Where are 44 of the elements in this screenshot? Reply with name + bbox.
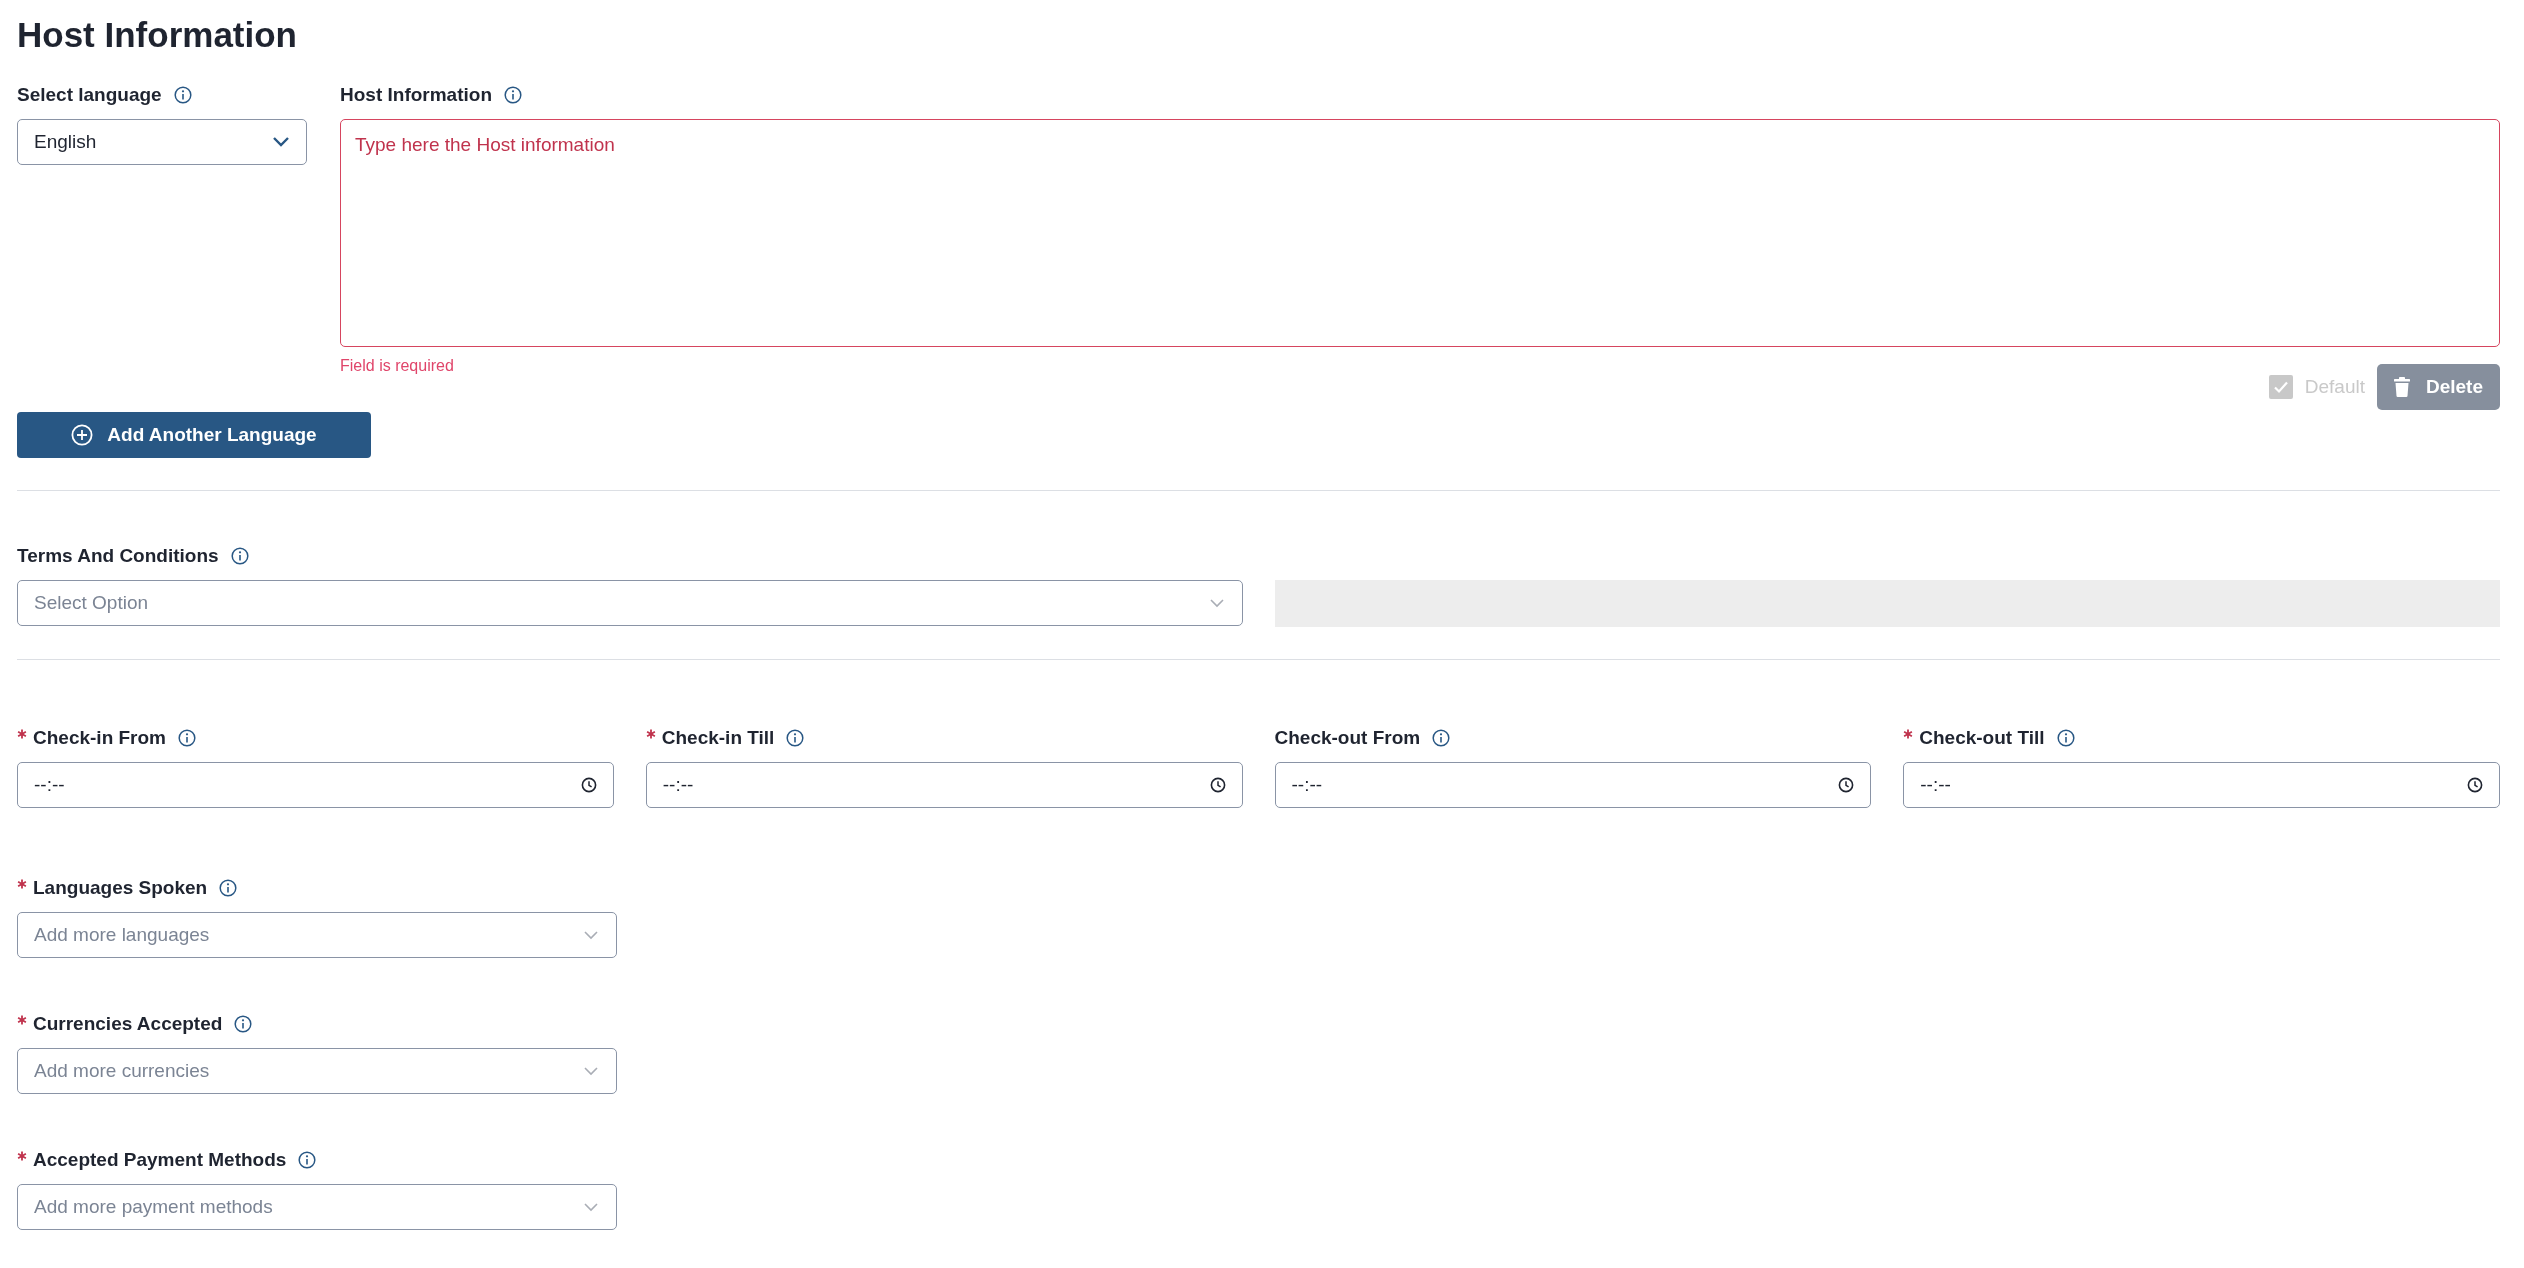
info-icon[interactable] <box>298 1151 317 1169</box>
field-label: Host Information <box>340 84 492 106</box>
chevron-down-icon <box>582 1201 600 1213</box>
field-label: Languages Spoken <box>33 877 208 899</box>
field-label: Check-out From <box>1274 727 1421 749</box>
time-input[interactable]: --:-- <box>1903 762 2500 808</box>
multi-select[interactable]: Add more currencies <box>17 1048 617 1094</box>
time-input[interactable]: --:-- <box>1274 762 1872 808</box>
page-title: Host Information <box>17 14 298 56</box>
chevron-down-icon <box>582 929 600 941</box>
field-label: Accepted Payment Methods <box>33 1149 287 1171</box>
clock-icon[interactable] <box>1209 777 1226 793</box>
trash-icon <box>2393 377 2410 397</box>
info-icon[interactable] <box>178 729 197 747</box>
add-language-button[interactable]: Add Another Language <box>17 412 371 458</box>
host-information-field[interactable]: Type here the Host information <box>340 119 2500 347</box>
info-icon[interactable] <box>2056 729 2075 747</box>
chevron-down-icon <box>1207 597 1226 609</box>
info-icon[interactable] <box>230 547 249 565</box>
info-icon[interactable] <box>234 1015 253 1033</box>
field-label: Currencies Accepted <box>33 1013 223 1035</box>
plus-icon <box>71 424 94 446</box>
clock-icon[interactable] <box>1838 777 1855 793</box>
info-icon[interactable] <box>504 86 522 104</box>
field-label: Terms And Conditions <box>17 545 219 567</box>
clock-icon[interactable] <box>2467 777 2483 793</box>
field-label: Check-out Till <box>1919 727 2045 749</box>
time-input[interactable]: --:-- <box>17 762 614 808</box>
multi-select[interactable]: Add more languages <box>17 912 617 958</box>
clock-icon[interactable] <box>580 777 597 793</box>
language-select[interactable]: English <box>17 119 307 165</box>
field-label: Check-in Till <box>661 727 775 749</box>
field-label: Check-in From <box>33 727 167 749</box>
chevron-down-icon <box>582 1065 600 1077</box>
info-icon[interactable] <box>1432 729 1451 747</box>
info-icon[interactable] <box>219 879 238 897</box>
terms-select[interactable]: Select Option <box>17 580 1243 626</box>
field-label: Select language <box>17 84 162 106</box>
multi-select[interactable]: Add more payment methods <box>17 1184 617 1230</box>
chevron-down-icon <box>272 136 290 148</box>
info-icon[interactable] <box>786 729 805 747</box>
error-message: Field is required <box>340 356 454 376</box>
info-icon[interactable] <box>173 86 192 104</box>
time-input[interactable]: --:-- <box>645 762 1243 808</box>
